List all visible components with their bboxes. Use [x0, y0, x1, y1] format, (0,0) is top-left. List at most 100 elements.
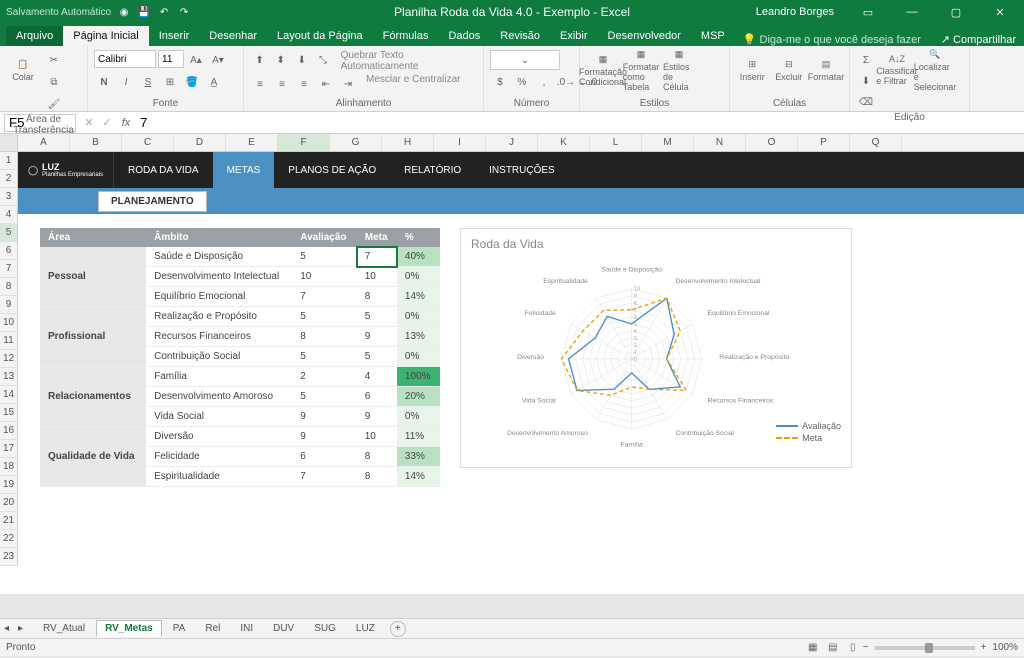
- row-2[interactable]: 2: [0, 170, 18, 188]
- col-O[interactable]: O: [746, 134, 798, 151]
- align-middle-icon[interactable]: ⬍: [271, 50, 290, 70]
- row-21[interactable]: 21: [0, 512, 18, 530]
- nav-instrucoes[interactable]: INSTRUÇÕES: [475, 152, 569, 188]
- sheet-tab-LUZ[interactable]: LUZ: [347, 620, 384, 637]
- merge-center-button[interactable]: Mesclar e Centralizar: [366, 74, 460, 94]
- accept-formula-icon[interactable]: ✓: [98, 116, 116, 129]
- meta-cell[interactable]: 10: [357, 267, 397, 287]
- find-select-button[interactable]: 🔍Localizar e Selecionar: [918, 50, 952, 90]
- account-name[interactable]: Leandro Borges: [756, 6, 834, 18]
- avaliacao-cell[interactable]: 7: [292, 467, 357, 487]
- meta-cell[interactable]: 5: [357, 347, 397, 367]
- col-I[interactable]: I: [434, 134, 486, 151]
- tab-developer[interactable]: Desenvolvedor: [598, 26, 691, 46]
- bold-icon[interactable]: N: [94, 72, 114, 92]
- table-row[interactable]: RelacionamentosFamília24100%: [40, 367, 440, 387]
- row-14[interactable]: 14: [0, 386, 18, 404]
- ambito-cell[interactable]: Vida Social: [146, 407, 292, 427]
- font-name-input[interactable]: [94, 50, 156, 68]
- meta-cell[interactable]: 8: [357, 447, 397, 467]
- row-23[interactable]: 23: [0, 548, 18, 566]
- row-19[interactable]: 19: [0, 476, 18, 494]
- col-J[interactable]: J: [486, 134, 538, 151]
- increase-decimal-icon[interactable]: .0→: [556, 72, 576, 92]
- fill-color-icon[interactable]: 🪣: [182, 72, 202, 92]
- ambito-cell[interactable]: Família: [146, 367, 292, 387]
- sort-filter-button[interactable]: A↓ZClassificar e Filtrar: [880, 50, 914, 90]
- meta-cell[interactable]: 7: [357, 247, 397, 267]
- view-normal-icon[interactable]: ▦: [803, 638, 823, 658]
- align-center-icon[interactable]: ≡: [272, 74, 292, 94]
- sheet-nav-prev-icon[interactable]: ▸: [18, 623, 23, 634]
- col-B[interactable]: B: [70, 134, 122, 151]
- tab-file[interactable]: Arquivo: [6, 26, 63, 46]
- meta-cell[interactable]: 10: [357, 427, 397, 447]
- format-table-button[interactable]: ▦Formatar como Tabela: [624, 50, 658, 90]
- indent-inc-icon[interactable]: ⇥: [338, 74, 358, 94]
- row-9[interactable]: 9: [0, 296, 18, 314]
- tab-msp[interactable]: MSP: [691, 26, 735, 46]
- ambito-cell[interactable]: Desenvolvimento Amoroso: [146, 387, 292, 407]
- meta-cell[interactable]: 8: [357, 287, 397, 307]
- minimize-icon[interactable]: —: [892, 0, 932, 24]
- table-row[interactable]: Qualidade de VidaDiversão91011%: [40, 427, 440, 447]
- percent-icon[interactable]: %: [512, 72, 532, 92]
- font-color-icon[interactable]: A̲: [204, 72, 224, 92]
- tab-layout[interactable]: Layout da Página: [267, 26, 373, 46]
- zoom-slider[interactable]: [875, 646, 975, 650]
- zoom-out-icon[interactable]: −: [863, 642, 869, 653]
- row-16[interactable]: 16: [0, 422, 18, 440]
- insert-cells-button[interactable]: ⊞Inserir: [736, 50, 769, 90]
- align-bottom-icon[interactable]: ⬇: [292, 50, 311, 70]
- meta-cell[interactable]: 9: [357, 407, 397, 427]
- col-F[interactable]: F: [278, 134, 330, 151]
- currency-icon[interactable]: $: [490, 72, 510, 92]
- row-8[interactable]: 8: [0, 278, 18, 296]
- avaliacao-cell[interactable]: 7: [292, 287, 357, 307]
- sheet-nav-first-icon[interactable]: ◂: [4, 623, 9, 634]
- col-N[interactable]: N: [694, 134, 746, 151]
- col-P[interactable]: P: [798, 134, 850, 151]
- save-icon[interactable]: 💾: [137, 5, 151, 19]
- col-A[interactable]: A: [18, 134, 70, 151]
- col-D[interactable]: D: [174, 134, 226, 151]
- metas-table[interactable]: ÁreaÂmbitoAvaliaçãoMeta% PessoalSaúde e …: [40, 228, 440, 487]
- wrap-text-button[interactable]: Quebrar Texto Automaticamente: [341, 50, 477, 72]
- cell-styles-button[interactable]: ▦Estilos de Célula: [662, 50, 696, 90]
- row-7[interactable]: 7: [0, 260, 18, 278]
- decrease-font-icon[interactable]: A▾: [208, 50, 228, 70]
- increase-font-icon[interactable]: A▴: [186, 50, 206, 70]
- align-top-icon[interactable]: ⬆: [250, 50, 269, 70]
- indent-dec-icon[interactable]: ⇤: [316, 74, 336, 94]
- row-3[interactable]: 3: [0, 188, 18, 206]
- col-K[interactable]: K: [538, 134, 590, 151]
- tellme-search[interactable]: 💡 Diga-me o que você deseja fazer: [743, 33, 921, 46]
- redo-icon[interactable]: ↷: [177, 5, 191, 19]
- row-11[interactable]: 11: [0, 332, 18, 350]
- sheet-tab-SUG[interactable]: SUG: [305, 620, 345, 637]
- row-6[interactable]: 6: [0, 242, 18, 260]
- avaliacao-cell[interactable]: 9: [292, 407, 357, 427]
- row-18[interactable]: 18: [0, 458, 18, 476]
- format-painter-icon[interactable]: 🖌: [44, 94, 64, 114]
- align-right-icon[interactable]: ≡: [294, 74, 314, 94]
- avaliacao-cell[interactable]: 10: [292, 267, 357, 287]
- avaliacao-cell[interactable]: 8: [292, 327, 357, 347]
- sheet-tab-PA[interactable]: PA: [164, 620, 195, 637]
- copy-icon[interactable]: ⧉: [44, 72, 64, 92]
- sheet-tab-Rel[interactable]: Rel: [196, 620, 229, 637]
- table-row[interactable]: ProfissionalRealização e Propósito550%: [40, 307, 440, 327]
- fx-icon[interactable]: fx: [116, 117, 136, 129]
- tab-review[interactable]: Revisão: [490, 26, 550, 46]
- format-cells-button[interactable]: ▤Formatar: [809, 50, 843, 90]
- row-12[interactable]: 12: [0, 350, 18, 368]
- ambito-cell[interactable]: Saúde e Disposição: [146, 247, 292, 267]
- tab-draw[interactable]: Desenhar: [199, 26, 267, 46]
- col-E[interactable]: E: [226, 134, 278, 151]
- ambito-cell[interactable]: Desenvolvimento Intelectual: [146, 267, 292, 287]
- tab-insert[interactable]: Inserir: [149, 26, 200, 46]
- orientation-icon[interactable]: ⤡: [313, 50, 332, 70]
- ambito-cell[interactable]: Recursos Financeiros: [146, 327, 292, 347]
- table-row[interactable]: PessoalSaúde e Disposição5740%: [40, 247, 440, 267]
- underline-icon[interactable]: S: [138, 72, 158, 92]
